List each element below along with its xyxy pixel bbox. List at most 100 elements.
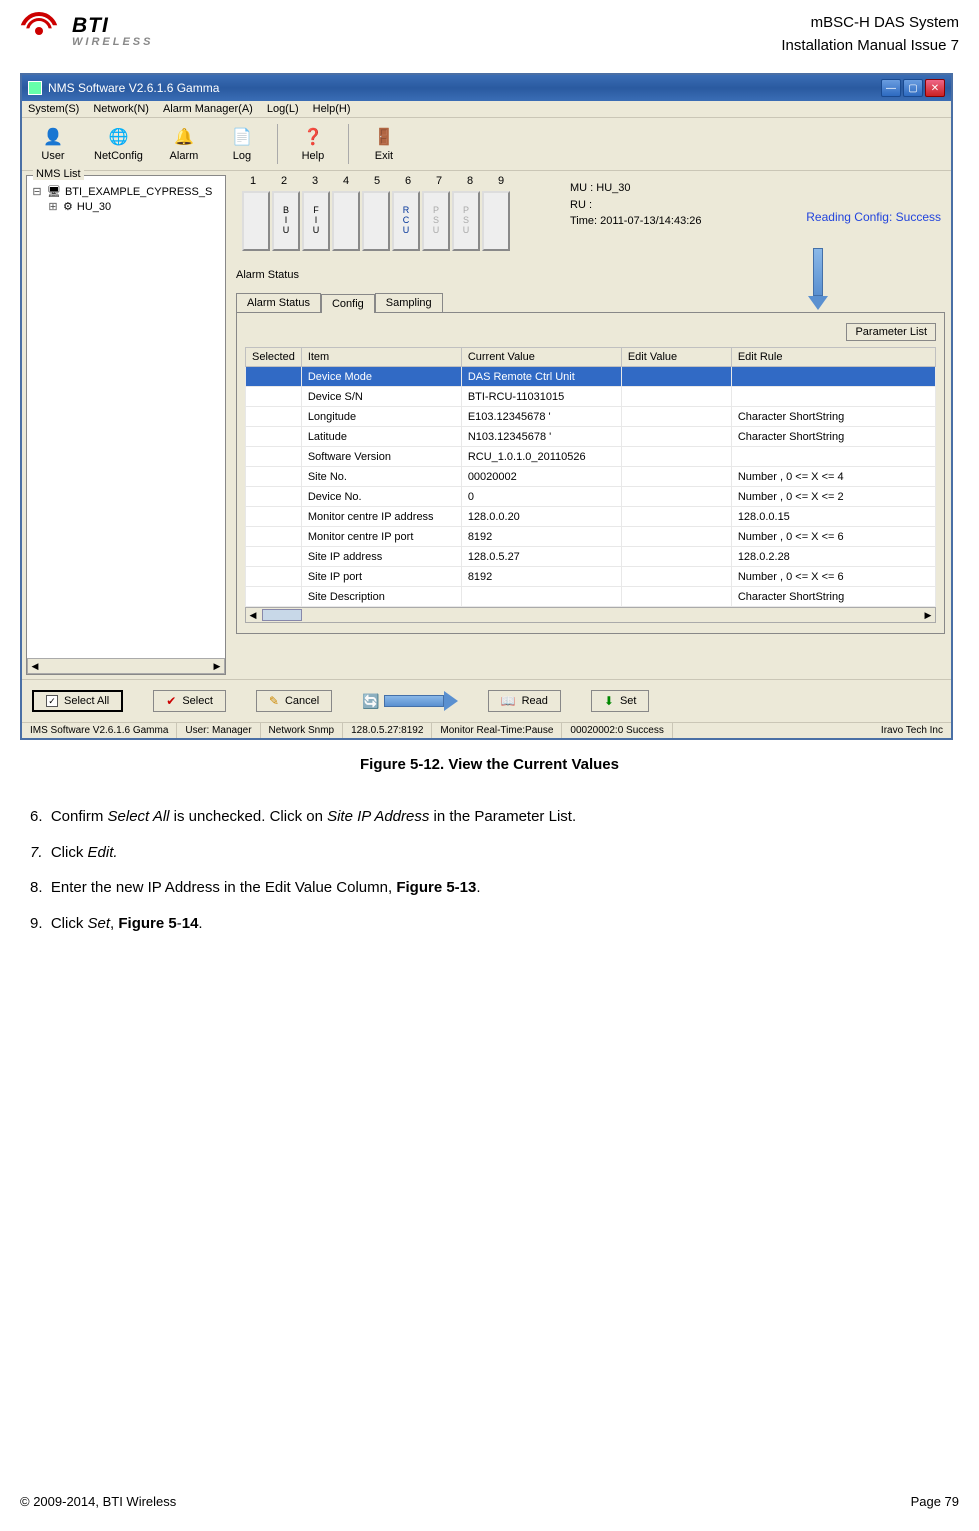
table-row[interactable]: Monitor centre IP port8192Number , 0 <= …: [246, 527, 936, 547]
slot-box[interactable]: [362, 191, 390, 251]
table-cell: [246, 427, 302, 447]
table-cell: N103.12345678 ': [461, 427, 621, 447]
select-all-checkbox[interactable]: ✓: [46, 695, 58, 707]
tree-scrollbar[interactable]: ◀▶: [27, 658, 225, 674]
tab-config[interactable]: Config: [321, 294, 375, 313]
menu-item[interactable]: Network(N): [93, 103, 149, 115]
instruction-item: 7. Click Edit.: [30, 837, 949, 869]
slot-box[interactable]: FIU: [302, 191, 330, 251]
table-cell: Site IP address: [301, 547, 461, 567]
mu-value: HU_30: [596, 182, 630, 194]
table-cell: [246, 387, 302, 407]
minimize-button[interactable]: —: [881, 79, 901, 97]
table-cell: [246, 487, 302, 507]
table-header[interactable]: Edit Rule: [731, 348, 935, 367]
menu-item[interactable]: Alarm Manager(A): [163, 103, 253, 115]
slot-box[interactable]: [332, 191, 360, 251]
tab-alarm-status[interactable]: Alarm Status: [236, 293, 321, 312]
table-cell: [461, 587, 621, 607]
table-header[interactable]: Item: [301, 348, 461, 367]
table-row[interactable]: LatitudeN103.12345678 'Character ShortSt…: [246, 427, 936, 447]
select-all-button[interactable]: ✓ Select All: [32, 690, 123, 712]
select-label: Select: [182, 695, 213, 707]
table-cell: [731, 447, 935, 467]
table-header[interactable]: Selected: [246, 348, 302, 367]
table-cell: [246, 447, 302, 467]
maximize-button[interactable]: ▢: [903, 79, 923, 97]
pencil-icon: ✎: [269, 694, 279, 708]
device-icon: ⚙: [63, 200, 73, 213]
status-cell: Monitor Real-Time:Pause: [432, 723, 562, 738]
tree-root-label: BTI_EXAMPLE_CYPRESS_S: [65, 186, 212, 198]
table-header[interactable]: Edit Value: [621, 348, 731, 367]
slot-box[interactable]: [242, 191, 270, 251]
log-button[interactable]: 📄Log: [217, 122, 267, 166]
table-scrollbar[interactable]: ◀▶: [245, 607, 936, 623]
read-icon: 📖: [501, 694, 516, 708]
select-button[interactable]: ✔ Select: [153, 690, 226, 712]
menu-item[interactable]: Log(L): [267, 103, 299, 115]
set-button[interactable]: ⬇ Set: [591, 690, 650, 712]
cancel-button[interactable]: ✎ Cancel: [256, 690, 332, 712]
table-cell: 128.0.2.28: [731, 547, 935, 567]
table-row[interactable]: Software VersionRCU_1.0.1.0_20110526: [246, 447, 936, 467]
table-row[interactable]: Site IP address128.0.5.27128.0.2.28: [246, 547, 936, 567]
table-cell: Site Description: [301, 587, 461, 607]
table-cell: [621, 427, 731, 447]
set-label: Set: [620, 695, 637, 707]
table-cell: [621, 507, 731, 527]
slot-box[interactable]: RCU: [392, 191, 420, 251]
table-cell: Number , 0 <= X <= 2: [731, 487, 935, 507]
status-cell: User: Manager: [177, 723, 260, 738]
table-cell: [246, 587, 302, 607]
slot-box[interactable]: [482, 191, 510, 251]
table-cell: Number , 0 <= X <= 6: [731, 527, 935, 547]
exit-button[interactable]: 🚪Exit: [359, 122, 409, 166]
user-button-icon: 👤: [42, 126, 64, 148]
select-all-label: Select All: [64, 695, 109, 707]
table-cell: 128.0.0.20: [461, 507, 621, 527]
menu-item[interactable]: Help(H): [313, 103, 351, 115]
table-row[interactable]: Site Description Character ShortString: [246, 587, 936, 607]
bti-logo: BTI WIRELESS: [20, 12, 153, 50]
tree-root[interactable]: ⊟ 🖥 BTI_EXAMPLE_CYPRESS_S: [31, 184, 221, 199]
app-window: NMS Software V2.6.1.6 Gamma — ▢ ✕ System…: [20, 73, 953, 740]
table-cell: Character ShortString: [731, 587, 935, 607]
table-row[interactable]: Device No.0Number , 0 <= X <= 2: [246, 487, 936, 507]
slot-box[interactable]: BIU: [272, 191, 300, 251]
close-button[interactable]: ✕: [925, 79, 945, 97]
table-row[interactable]: Site No.00020002Number , 0 <= X <= 4: [246, 467, 936, 487]
table-row[interactable]: Monitor centre IP address128.0.0.20128.0…: [246, 507, 936, 527]
table-row[interactable]: LongitudeE103.12345678 'Character ShortS…: [246, 407, 936, 427]
table-cell: Site No.: [301, 467, 461, 487]
alarm-button[interactable]: 🔔Alarm: [159, 122, 209, 166]
read-button[interactable]: 📖 Read: [488, 690, 561, 712]
tool-label: Alarm: [170, 150, 199, 162]
config-pane: 123456789 BIUFIURCUPSUPSU Alarm Status A…: [230, 171, 951, 679]
table-row[interactable]: Site IP port8192Number , 0 <= X <= 6: [246, 567, 936, 587]
tab-sampling[interactable]: Sampling: [375, 293, 443, 312]
tool-label: Help: [302, 150, 325, 162]
parameter-list-button[interactable]: Parameter List: [846, 323, 936, 341]
slot-box[interactable]: PSU: [422, 191, 450, 251]
check-icon: ✔: [166, 694, 176, 708]
table-cell: [621, 407, 731, 427]
user-button[interactable]: 👤User: [28, 122, 78, 166]
help-button[interactable]: ❓Help: [288, 122, 338, 166]
slot-number: 9: [492, 175, 510, 187]
table-cell: [621, 527, 731, 547]
menu-item[interactable]: System(S): [28, 103, 79, 115]
exit-button-icon: 🚪: [373, 126, 395, 148]
slot-number: 6: [399, 175, 417, 187]
tree-child[interactable]: ⊞ ⚙ HU_30: [31, 199, 221, 214]
table-row[interactable]: Device S/NBTI-RCU-11031015: [246, 387, 936, 407]
slot-box[interactable]: PSU: [452, 191, 480, 251]
table-cell: [621, 567, 731, 587]
table-header[interactable]: Current Value: [461, 348, 621, 367]
refresh-icon[interactable]: 🔄: [362, 693, 379, 710]
table-row[interactable]: Device ModeDAS Remote Ctrl Unit: [246, 367, 936, 387]
netconfig-button[interactable]: 🌐NetConfig: [86, 122, 151, 166]
alarm-status-label: Alarm Status: [236, 269, 299, 281]
slot-number: 3: [306, 175, 324, 187]
table-cell: Device S/N: [301, 387, 461, 407]
